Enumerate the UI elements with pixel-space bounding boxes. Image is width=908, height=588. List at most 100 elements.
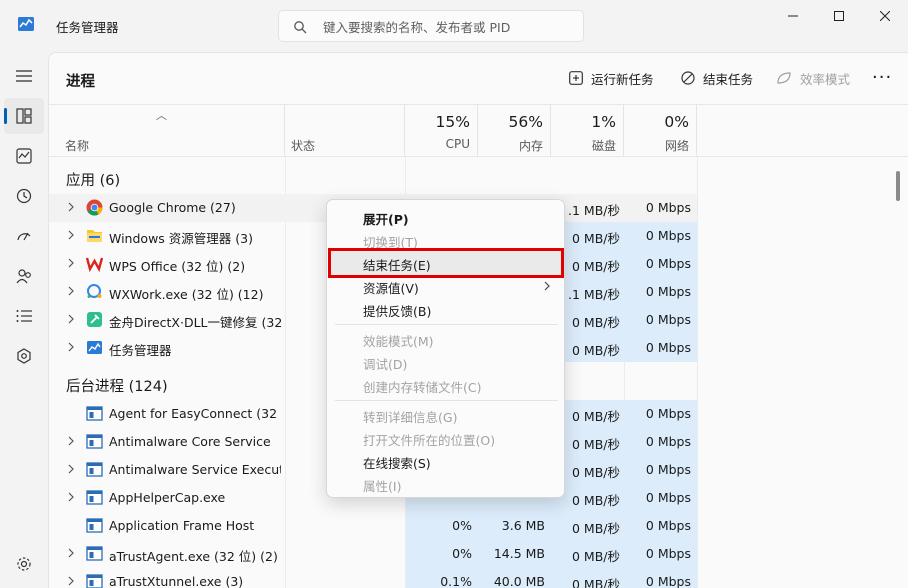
chevron-right-icon[interactable]: [66, 341, 76, 353]
history-icon: [16, 188, 32, 204]
minimize-icon: [788, 15, 798, 17]
column-network[interactable]: 0% 网络: [624, 105, 697, 157]
column-name[interactable]: ︿ 名称: [49, 105, 285, 157]
service-window-icon: [86, 546, 103, 561]
menu-item-go-to-details[interactable]: 转到详细信息(G): [363, 407, 457, 426]
network-value: 0 Mbps: [645, 284, 691, 299]
column-network-label: 网络: [664, 139, 689, 153]
nav-item-performance[interactable]: [4, 138, 44, 174]
table-row[interactable]: aTrustXtunnel.exe (3) 0.1% 40.0 MB 0 MB/…: [49, 568, 697, 588]
chevron-right-icon[interactable]: [66, 463, 76, 475]
wxwork-icon: [87, 284, 102, 298]
run-new-task-button[interactable]: 运行新任务: [569, 65, 654, 91]
table-row[interactable]: aTrustAgent.exe (32 位) (2) 0% 14.5 MB 0 …: [49, 540, 697, 568]
process-name: AppHelperCap.exe: [109, 490, 226, 505]
menu-item-resource-values[interactable]: 资源值(V): [363, 278, 419, 297]
disk-value: 0 MB/秒: [572, 521, 620, 536]
disk-value: 0 MB/秒: [572, 493, 620, 508]
menu-separator: [335, 400, 558, 401]
folder-icon: [87, 230, 102, 242]
close-button[interactable]: [862, 0, 908, 32]
users-icon: [16, 269, 31, 284]
chevron-right-icon[interactable]: [66, 313, 76, 325]
disk-value: .1 MB/秒: [568, 203, 620, 218]
menu-item-create-dump[interactable]: 创建内存转储文件(C): [363, 377, 481, 396]
menu-item-feedback[interactable]: 提供反馈(B): [363, 301, 431, 320]
new-task-icon: [569, 71, 583, 85]
network-value: 0 Mbps: [645, 200, 691, 215]
table-header: ︿ 名称 状态 15% CPU 56% 内存 1% 磁盘 0% 网络: [49, 104, 908, 157]
processes-icon: [16, 108, 32, 124]
divider: [624, 362, 625, 400]
network-value: 0 Mbps: [645, 434, 691, 449]
disk-value: 0 MB/秒: [572, 437, 620, 452]
process-name: Windows 资源管理器 (3): [109, 231, 253, 246]
efficiency-mode-button[interactable]: 效率模式: [776, 65, 850, 91]
column-memory[interactable]: 56% 内存: [478, 105, 551, 157]
chevron-right-icon[interactable]: [66, 491, 76, 503]
column-status[interactable]: 状态: [285, 105, 405, 157]
chevron-right-icon[interactable]: [66, 285, 76, 297]
disk-value: 0 MB/秒: [572, 231, 620, 246]
title-bar: 任务管理器: [0, 0, 908, 52]
nav-item-processes[interactable]: [4, 98, 44, 134]
column-cpu[interactable]: 15% CPU: [405, 105, 478, 157]
end-task-button[interactable]: 结束任务: [681, 65, 753, 91]
nav-item-startup[interactable]: [4, 218, 44, 254]
chevron-right-icon[interactable]: [66, 257, 76, 269]
memory-value: 14.5 MB: [493, 546, 545, 561]
service-window-icon: [86, 490, 103, 505]
hamburger-icon: [16, 70, 32, 82]
nav-item-users[interactable]: [4, 258, 44, 294]
search-icon: [294, 21, 307, 34]
vertical-scrollbar[interactable]: [896, 171, 900, 201]
network-value: 0 Mbps: [645, 462, 691, 477]
menu-item-efficiency-mode[interactable]: 效能模式(M): [363, 331, 434, 350]
cpu-value: 0%: [452, 546, 472, 561]
highlight-annotation-box: [328, 248, 564, 278]
column-disk[interactable]: 1% 磁盘: [551, 105, 624, 157]
menu-item-expand[interactable]: 展开(P): [363, 209, 409, 228]
search-input[interactable]: [323, 17, 573, 37]
chevron-right-icon[interactable]: [66, 201, 76, 213]
nav-item-services[interactable]: [4, 338, 44, 374]
table-row[interactable]: Application Frame Host 0% 3.6 MB 0 MB/秒 …: [49, 512, 697, 540]
maximize-button[interactable]: [816, 0, 862, 32]
process-name: Google Chrome (27): [109, 200, 236, 215]
minimize-button[interactable]: [770, 0, 816, 32]
column-disk-label: 磁盘: [591, 139, 616, 153]
efficiency-mode-label: 效率模式: [800, 71, 851, 87]
service-window-icon: [86, 462, 103, 477]
task-manager-icon: [87, 341, 102, 354]
process-name: aTrustAgent.exe (32 位) (2): [109, 549, 278, 564]
startup-icon: [17, 232, 31, 241]
search-box[interactable]: [278, 10, 584, 42]
disk-value: 0 MB/秒: [572, 549, 620, 564]
process-name: WPS Office (32 位) (2): [109, 259, 246, 274]
nav-item-details[interactable]: [4, 298, 44, 334]
menu-item-debug[interactable]: 调试(D): [363, 354, 407, 373]
menu-item-open-file-location[interactable]: 打开文件所在的位置(O): [363, 430, 495, 449]
column-status-label: 状态: [291, 139, 316, 153]
disk-value: 0 MB/秒: [572, 409, 620, 424]
chevron-right-icon[interactable]: [66, 435, 76, 447]
more-options-button[interactable]: ···: [872, 67, 892, 88]
menu-item-properties[interactable]: 属性(I): [363, 476, 401, 495]
process-name: Application Frame Host: [109, 518, 255, 533]
hamburger-menu-button[interactable]: [4, 58, 44, 94]
network-value: 0 Mbps: [645, 256, 691, 271]
divider: [697, 157, 698, 588]
disk-value: 0 MB/秒: [572, 315, 620, 330]
nav-item-app-history[interactable]: [4, 178, 44, 214]
nav-item-settings[interactable]: [4, 546, 44, 582]
nav-rail: [0, 52, 48, 588]
details-icon: [16, 310, 32, 322]
chevron-right-icon[interactable]: [66, 575, 76, 587]
menu-item-search-online[interactable]: 在线搜索(S): [363, 453, 431, 472]
chevron-right-icon[interactable]: [66, 229, 76, 241]
process-name: Antimalware Service Execut...: [109, 462, 281, 477]
chevron-right-icon[interactable]: [66, 547, 76, 559]
gear-icon: [17, 557, 31, 571]
services-icon: [17, 348, 31, 364]
chevron-right-icon: [544, 281, 550, 291]
